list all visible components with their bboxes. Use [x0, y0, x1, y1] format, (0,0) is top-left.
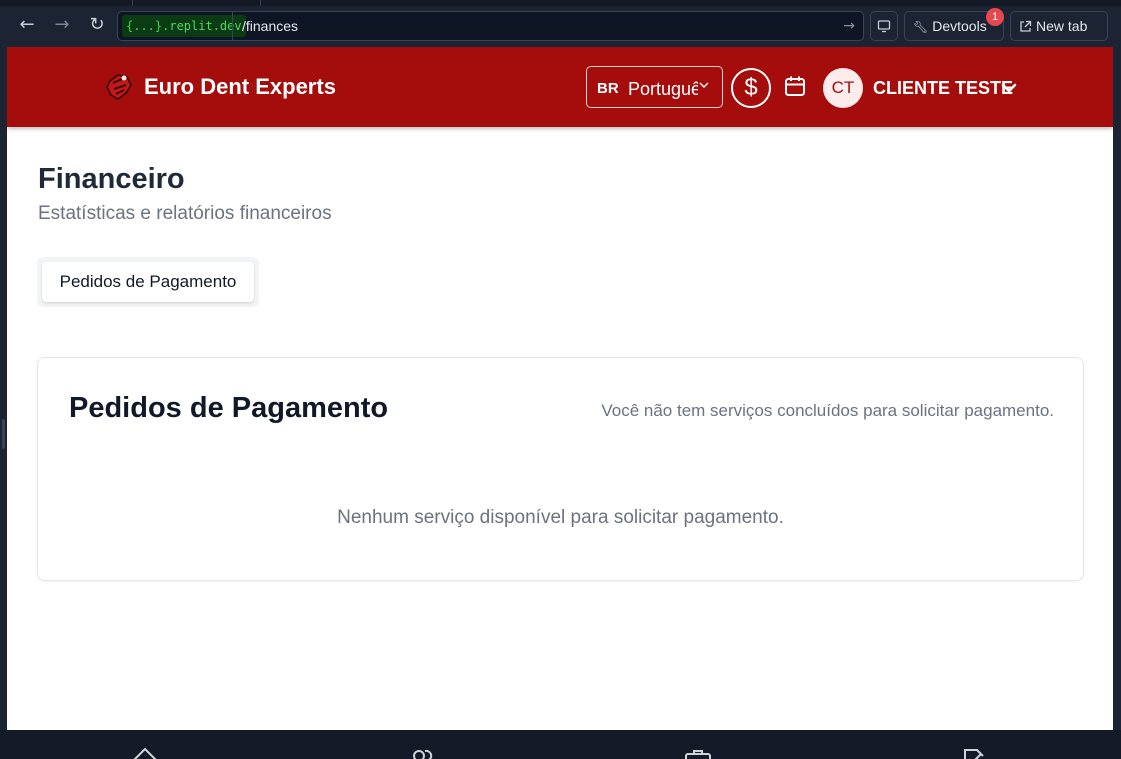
- back-icon[interactable]: ←: [16, 14, 38, 36]
- app-viewport: Euro Dent Experts BR Português $ CT CLIE…: [7, 47, 1113, 730]
- language-select[interactable]: BR Português: [586, 66, 723, 108]
- devtools-notification-badge: 1: [986, 8, 1004, 26]
- wrench-icon: 🔧︎: [913, 20, 929, 34]
- screen-icon-button[interactable]: [870, 11, 898, 41]
- forward-icon[interactable]: →: [51, 14, 73, 36]
- payment-requests-card: Pedidos de Pagamento Você não tem serviç…: [37, 357, 1084, 581]
- go-arrow-icon[interactable]: →: [843, 12, 855, 40]
- user-name[interactable]: CLIENTE TESTE: [873, 77, 1013, 99]
- language-flag: BR: [597, 80, 619, 97]
- calendar-icon[interactable]: [784, 75, 806, 97]
- browser-toolbar: ← → ↻ {...}.replit.dev /finances → 🔧︎ Dev…: [0, 0, 1121, 47]
- language-value: Português: [628, 79, 698, 99]
- url-separator: [232, 12, 233, 40]
- logo-icon[interactable]: [102, 69, 134, 105]
- tab-divider: [132, 0, 133, 6]
- brand-name[interactable]: Euro Dent Experts: [144, 73, 336, 101]
- app-header: Euro Dent Experts BR Português $ CT CLIE…: [7, 47, 1113, 127]
- url-path[interactable]: /finances: [242, 12, 298, 40]
- bottom-nav: [0, 730, 1121, 759]
- chevron-down-icon: [699, 82, 709, 88]
- url-domain-badge: {...}: [126, 19, 163, 33]
- chevron-down-icon[interactable]: [999, 78, 1019, 98]
- url-domain-host: .replit.dev: [162, 19, 242, 33]
- new-tab-label: New tab: [1036, 18, 1088, 34]
- dollar-icon: $: [744, 74, 758, 101]
- devtools-label: Devtools: [932, 18, 987, 34]
- card-title: Pedidos de Pagamento: [69, 392, 389, 424]
- briefcase-icon[interactable]: [684, 746, 712, 759]
- page-title: Financeiro: [38, 163, 185, 195]
- card-description: Você não tem serviços concluídos para so…: [601, 401, 1054, 420]
- new-tab-button[interactable]: New tab: [1010, 11, 1108, 41]
- file-edit-icon[interactable]: [961, 746, 989, 759]
- external-link-icon: [1020, 20, 1032, 32]
- address-bar[interactable]: {...}.replit.dev /finances →: [117, 11, 864, 41]
- reload-icon[interactable]: ↻: [86, 14, 108, 36]
- left-edge: [0, 47, 7, 730]
- url-domain: {...}.replit.dev: [122, 15, 246, 37]
- tab-divider: [260, 0, 261, 6]
- avatar[interactable]: CT: [823, 68, 863, 108]
- right-edge: [1113, 47, 1121, 730]
- tab-list: Pedidos de Pagamento: [37, 257, 259, 307]
- page-subtitle: Estatísticas e relatórios financeiros: [38, 203, 332, 224]
- tab-payment-requests[interactable]: Pedidos de Pagamento: [42, 262, 254, 302]
- resize-handle[interactable]: [2, 419, 5, 449]
- tab-strip: [0, 0, 1121, 6]
- users-icon[interactable]: [408, 746, 436, 759]
- monitor-icon: [877, 20, 891, 33]
- home-icon[interactable]: [131, 746, 159, 759]
- empty-state-message: Nenhum serviço disponível para solicitar…: [337, 507, 784, 528]
- currency-button[interactable]: $: [731, 68, 771, 108]
